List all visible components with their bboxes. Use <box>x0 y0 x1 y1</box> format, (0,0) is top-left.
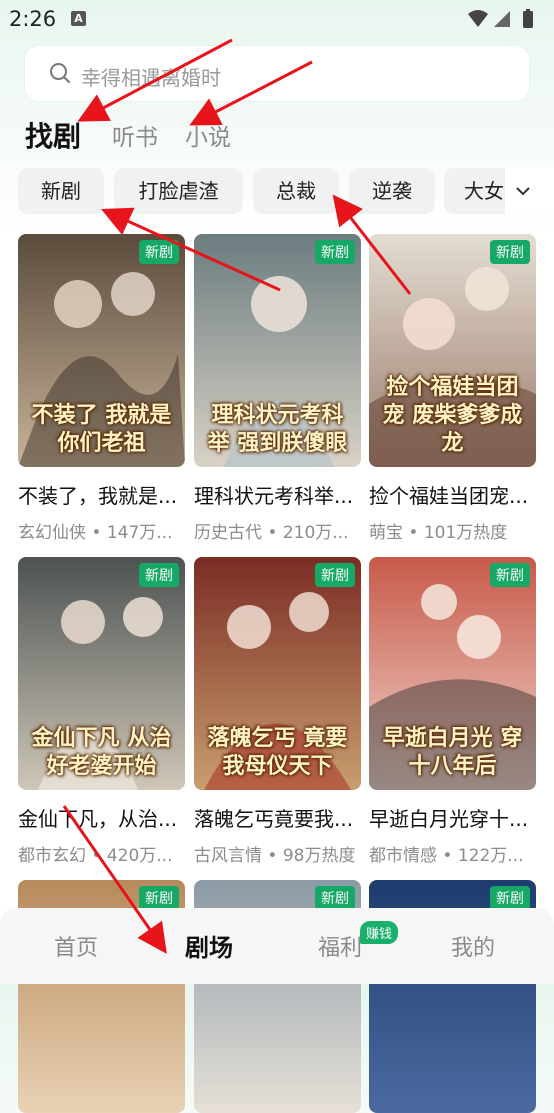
poster-image[interactable]: 金仙下凡 从治好老婆开始 新剧 <box>18 557 185 790</box>
poster-text: 捡个福娃当团宠 废柴爹爹成龙 <box>382 374 523 456</box>
poster-image[interactable]: 捡个福娃当团宠 废柴爹爹成龙 新剧 <box>369 234 536 467</box>
card-title[interactable]: 早逝白月光穿十... <box>369 803 536 832</box>
tab-novel[interactable]: 小说 <box>185 118 231 152</box>
new-badge: 新剧 <box>139 240 179 264</box>
new-badge: 新剧 <box>315 240 355 264</box>
new-badge: 新剧 <box>490 886 530 910</box>
card-meta: 都市情感 • 122万... <box>369 846 524 866</box>
tab-find-drama[interactable]: 找剧 <box>25 115 81 155</box>
nav-mine[interactable]: 我的 <box>451 930 495 962</box>
search-placeholder: 幸得相遇离婚时 <box>81 66 221 90</box>
status-time: 2:26 <box>9 7 57 31</box>
new-badge: 新剧 <box>315 886 355 910</box>
card-title[interactable]: 理科状元考科举... <box>194 480 361 509</box>
card-meta: 萌宝 • 101万热度 <box>369 523 508 543</box>
nav-home[interactable]: 首页 <box>54 930 98 962</box>
card-meta: 古风言情 • 98万热度 <box>194 846 356 866</box>
card-meta: 玄幻仙侠 • 147万... <box>18 523 173 543</box>
poster-text: 早逝白月光 穿十八年后 <box>382 725 523 779</box>
new-badge: 新剧 <box>490 563 530 587</box>
poster-image[interactable]: 理科状元考科举 强到朕傻眼 新剧 <box>194 234 361 467</box>
new-badge: 新剧 <box>139 563 179 587</box>
poster-text: 不装了 我就是你们老祖 <box>31 402 172 456</box>
card-meta: 都市玄幻 • 420万... <box>18 846 173 866</box>
chevron-down-icon <box>516 187 530 196</box>
status-indicators <box>466 8 546 34</box>
wifi-icon <box>468 10 488 27</box>
card-title[interactable]: 落魄乞丐竟要我... <box>194 803 361 832</box>
poster-text: 理科状元考科举 强到朕傻眼 <box>207 402 348 456</box>
tab-audiobook[interactable]: 听书 <box>112 118 158 152</box>
chip-face-slap[interactable]: 打脸虐渣 <box>114 168 243 214</box>
card-title[interactable]: 捡个福娃当团宠... <box>369 480 536 509</box>
card-meta: 历史古代 • 210万... <box>194 523 349 543</box>
battery-icon <box>523 9 533 28</box>
card-title[interactable]: 金仙下凡，从治... <box>18 803 185 832</box>
chip-comeback[interactable]: 逆袭 <box>349 168 435 214</box>
chips-expand[interactable] <box>505 168 554 214</box>
new-badge: 新剧 <box>490 240 530 264</box>
chip-ceo[interactable]: 总裁 <box>253 168 339 214</box>
poster-image[interactable]: 早逝白月光 穿十八年后 新剧 <box>369 557 536 790</box>
signal-icon <box>494 11 510 27</box>
notification-icon: A <box>71 11 86 26</box>
poster-text: 落魄乞丐 竟要我母仪天下 <box>207 725 348 779</box>
poster-text: 金仙下凡 从治好老婆开始 <box>31 725 172 779</box>
new-badge: 新剧 <box>139 886 179 910</box>
status-bar: 2:26 A <box>0 0 554 38</box>
nav-welfare[interactable]: 福利 <box>318 930 362 962</box>
search-icon <box>50 63 70 83</box>
new-badge: 新剧 <box>315 563 355 587</box>
earn-money-badge: 赚钱 <box>360 921 399 944</box>
poster-image[interactable]: 落魄乞丐 竟要我母仪天下 新剧 <box>194 557 361 790</box>
poster-image[interactable]: 不装了 我就是你们老祖 新剧 <box>18 234 185 467</box>
bottom-navigation: 首页 剧场 福利 赚钱 我的 <box>0 908 554 984</box>
nav-theater[interactable]: 剧场 <box>185 928 233 963</box>
card-title[interactable]: 不装了，我就是... <box>18 480 185 509</box>
chip-new-drama[interactable]: 新剧 <box>18 168 104 214</box>
search-bar[interactable]: 幸得相遇离婚时 <box>25 46 529 101</box>
